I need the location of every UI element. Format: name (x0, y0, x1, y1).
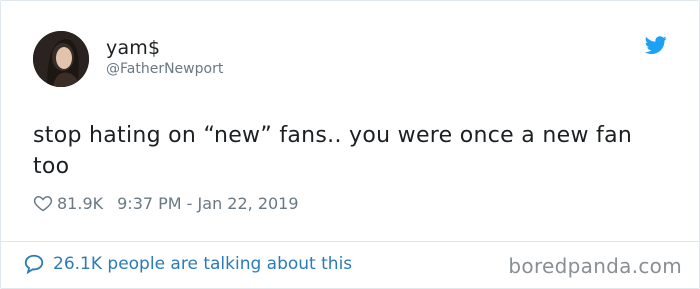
divider (1, 241, 699, 242)
avatar-photo (33, 31, 89, 87)
heart-icon[interactable] (33, 193, 53, 213)
speech-bubble-icon (24, 254, 44, 275)
twitter-bird-icon[interactable] (643, 34, 669, 56)
watermark: boredpanda.com (508, 254, 682, 278)
author-name[interactable]: yam$ (106, 37, 160, 59)
tweet-card: yam$ @FatherNewport stop hating on “new”… (0, 0, 700, 289)
avatar[interactable] (33, 31, 89, 87)
conversation-label: 26.1K people are talking about this (53, 254, 353, 274)
tweet-text: stop hating on “new” fans.. you were onc… (33, 123, 633, 179)
like-count[interactable]: 81.9K (57, 194, 103, 213)
conversation-link[interactable]: 26.1K people are talking about this (23, 253, 352, 275)
tweet-timestamp[interactable]: 9:37 PM - Jan 22, 2019 (117, 194, 298, 213)
author-handle[interactable]: @FatherNewport (106, 61, 223, 77)
tweet-meta: 81.9K 9:37 PM - Jan 22, 2019 (33, 190, 299, 216)
